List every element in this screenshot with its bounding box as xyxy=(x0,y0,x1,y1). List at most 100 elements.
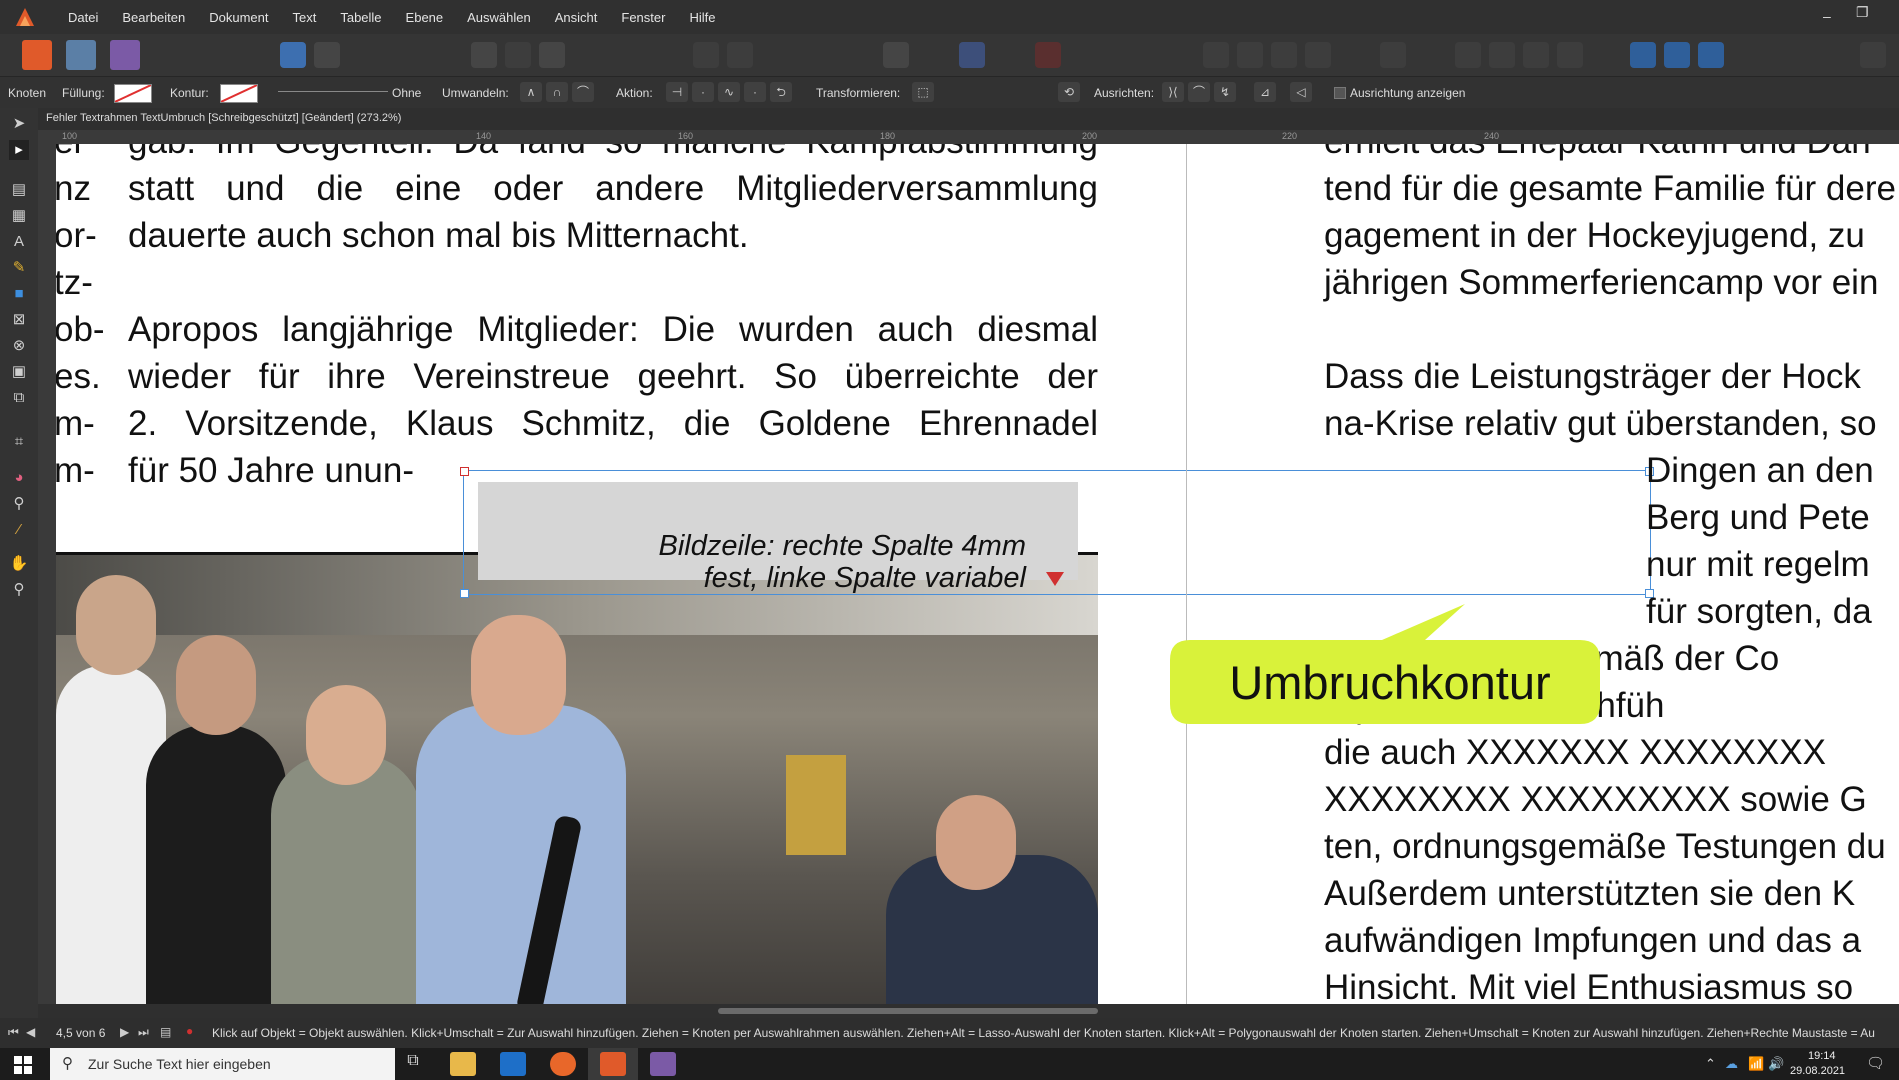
distribute-v-icon[interactable] xyxy=(1557,42,1583,68)
arrange-forward-icon[interactable] xyxy=(1237,42,1263,68)
hide-icon[interactable] xyxy=(883,42,909,68)
baseline-grid-icon[interactable] xyxy=(959,42,985,68)
right-text-column[interactable]: erhielt das Ehepaar Katrin und Dan tend … xyxy=(1324,144,1899,447)
firefox-icon[interactable] xyxy=(550,1052,576,1076)
prev-page-icon[interactable]: ◀ xyxy=(26,1025,35,1039)
close-curve-icon[interactable]: · xyxy=(692,82,714,102)
network-icon[interactable]: 📶 xyxy=(1748,1056,1764,1072)
notifications-icon[interactable]: 🗨 xyxy=(1866,1054,1885,1072)
hand-tool-icon[interactable]: ✋ xyxy=(9,554,29,574)
align-handles-icon[interactable]: ↯ xyxy=(1214,82,1236,102)
align-horizontal-icon[interactable]: ⊿ xyxy=(1254,82,1276,102)
windows-start-icon[interactable] xyxy=(14,1056,32,1074)
preflight-warning-icon[interactable]: ● xyxy=(186,1024,193,1038)
text-frame-icon[interactable] xyxy=(693,42,719,68)
align-icon[interactable] xyxy=(1380,42,1406,68)
arrange-front-icon[interactable] xyxy=(1203,42,1229,68)
affinity-publisher-taskbar-icon[interactable] xyxy=(600,1052,626,1076)
frame-text-tool-icon[interactable]: ▤ xyxy=(9,180,29,200)
snapping-magnet-icon[interactable] xyxy=(1035,42,1061,68)
ellipse-frame-tool-icon[interactable]: ⊗ xyxy=(9,336,29,356)
document-canvas[interactable]: er nz or- tz- ob- es. m- m- gab. Im Gege… xyxy=(56,144,1899,1004)
fill-swatch[interactable] xyxy=(114,84,152,103)
pen-tool-icon[interactable]: ✎ xyxy=(9,258,29,278)
scrollbar-thumb[interactable] xyxy=(718,1008,1098,1014)
arrange-back-icon[interactable] xyxy=(1271,42,1297,68)
smooth-curve-icon[interactable]: ∿ xyxy=(718,82,740,102)
horizontal-scrollbar[interactable] xyxy=(38,1004,1899,1018)
menu-ansicht[interactable]: Ansicht xyxy=(543,10,610,25)
boolean-subtract-icon[interactable] xyxy=(1664,42,1690,68)
distribute-icon[interactable] xyxy=(1523,42,1549,68)
next-page-icon[interactable]: ▶ xyxy=(120,1025,129,1039)
align-nodes-icon[interactable]: ⟩⟨ xyxy=(1162,82,1184,102)
stroke-width-slider[interactable] xyxy=(278,91,388,92)
picture-frame-tool-icon[interactable]: ⊠ xyxy=(9,310,29,330)
document-tab[interactable]: Fehler Textrahmen TextUmbruch [Schreibge… xyxy=(38,108,1899,130)
wrap-outline-selection[interactable] xyxy=(460,467,1654,598)
vertical-ruler[interactable] xyxy=(38,144,57,1004)
taskbar-search[interactable]: ⚲ Zur Suche Text hier eingeben xyxy=(50,1048,395,1080)
left-text-column[interactable]: gab. Im Gegenteil: Da fand so manche Kam… xyxy=(128,144,1098,494)
sharp-node-icon[interactable]: ∧ xyxy=(520,82,542,102)
crop-tool-icon[interactable]: ⌗ xyxy=(9,432,29,452)
reverse-curve-icon[interactable]: ⮌ xyxy=(770,82,792,102)
move-tool-icon[interactable]: ➤ xyxy=(9,114,29,134)
menu-fenster[interactable]: Fenster xyxy=(609,10,677,25)
page-panel-icon[interactable]: ▤ xyxy=(160,1025,171,1039)
transparency-tool-icon[interactable]: ⚲ xyxy=(9,494,29,514)
horizontal-ruler[interactable]: 100 140 160 180 200 220 240 xyxy=(38,130,1899,145)
smart-node-icon[interactable]: ⌒ xyxy=(572,82,594,102)
onedrive-icon[interactable]: ☁ xyxy=(1725,1056,1738,1072)
artistic-text-tool-icon[interactable]: A xyxy=(9,232,29,252)
last-page-icon[interactable]: ⏭ xyxy=(138,1025,149,1040)
place-image-tool-icon[interactable]: ▣ xyxy=(9,362,29,382)
photo-group[interactable] xyxy=(56,552,1098,1004)
menu-hilfe[interactable]: Hilfe xyxy=(677,10,727,25)
boolean-intersect-icon[interactable] xyxy=(1698,42,1724,68)
menu-auswaehlen[interactable]: Auswählen xyxy=(455,10,543,25)
menu-dokument[interactable]: Dokument xyxy=(197,10,280,25)
boolean-add-icon[interactable] xyxy=(1630,42,1656,68)
wrapped-text-lines[interactable]: Dingen an den Berg und Pete nur mit rege… xyxy=(1646,447,1899,635)
show-alignment-checkbox[interactable] xyxy=(1334,87,1346,99)
first-page-icon[interactable]: ⏮ xyxy=(8,1025,19,1040)
menu-tabelle[interactable]: Tabelle xyxy=(328,10,393,25)
user-icon[interactable] xyxy=(1860,42,1886,68)
outlook-icon[interactable] xyxy=(500,1052,526,1076)
preview-icon[interactable] xyxy=(539,42,565,68)
volume-icon[interactable]: 🔊 xyxy=(1768,1056,1784,1072)
menu-bearbeiten[interactable]: Bearbeiten xyxy=(110,10,197,25)
share-icon[interactable] xyxy=(280,42,306,68)
menu-text[interactable]: Text xyxy=(281,10,329,25)
arrange-bottom-icon[interactable] xyxy=(1305,42,1331,68)
zoom-tool-icon[interactable]: ⚲ xyxy=(9,580,29,600)
publisher-persona-icon[interactable] xyxy=(22,40,52,70)
join-curves-icon[interactable]: · xyxy=(744,82,766,102)
table-tool-icon[interactable]: ▦ xyxy=(9,206,29,226)
vector-crop-tool-icon[interactable]: ⧉ xyxy=(9,388,29,408)
view-mode-icon[interactable] xyxy=(471,42,497,68)
transform-reset-icon[interactable]: ⟲ xyxy=(1058,82,1080,102)
selection-node[interactable] xyxy=(460,589,469,598)
flip-icon[interactable] xyxy=(1455,42,1481,68)
align-curve-icon[interactable]: ⌒ xyxy=(1188,82,1210,102)
affinity-photo-taskbar-icon[interactable] xyxy=(650,1052,676,1076)
selection-node[interactable] xyxy=(460,467,469,476)
file-explorer-icon[interactable] xyxy=(450,1052,476,1076)
transform-mode-icon[interactable]: ⬚ xyxy=(912,82,934,102)
preflight-icon[interactable] xyxy=(314,42,340,68)
tray-chevron-icon[interactable]: ⌃ xyxy=(1705,1056,1716,1072)
menu-datei[interactable]: Datei xyxy=(56,10,110,25)
picture-frame-icon[interactable] xyxy=(727,42,753,68)
restore-icon[interactable]: ❐ xyxy=(1856,4,1869,21)
color-picker-tool-icon[interactable]: ⁄ xyxy=(9,520,29,540)
smooth-node-icon[interactable]: ∩ xyxy=(546,82,568,102)
designer-persona-icon[interactable] xyxy=(66,40,96,70)
spread-icon[interactable] xyxy=(505,42,531,68)
fill-tool-icon[interactable]: ◕ xyxy=(9,468,29,488)
minimize-icon[interactable]: – xyxy=(1823,8,1831,24)
align-vertical-icon[interactable]: ◁ xyxy=(1290,82,1312,102)
rectangle-tool-icon[interactable]: ■ xyxy=(9,284,29,304)
rotate-icon[interactable] xyxy=(1489,42,1515,68)
